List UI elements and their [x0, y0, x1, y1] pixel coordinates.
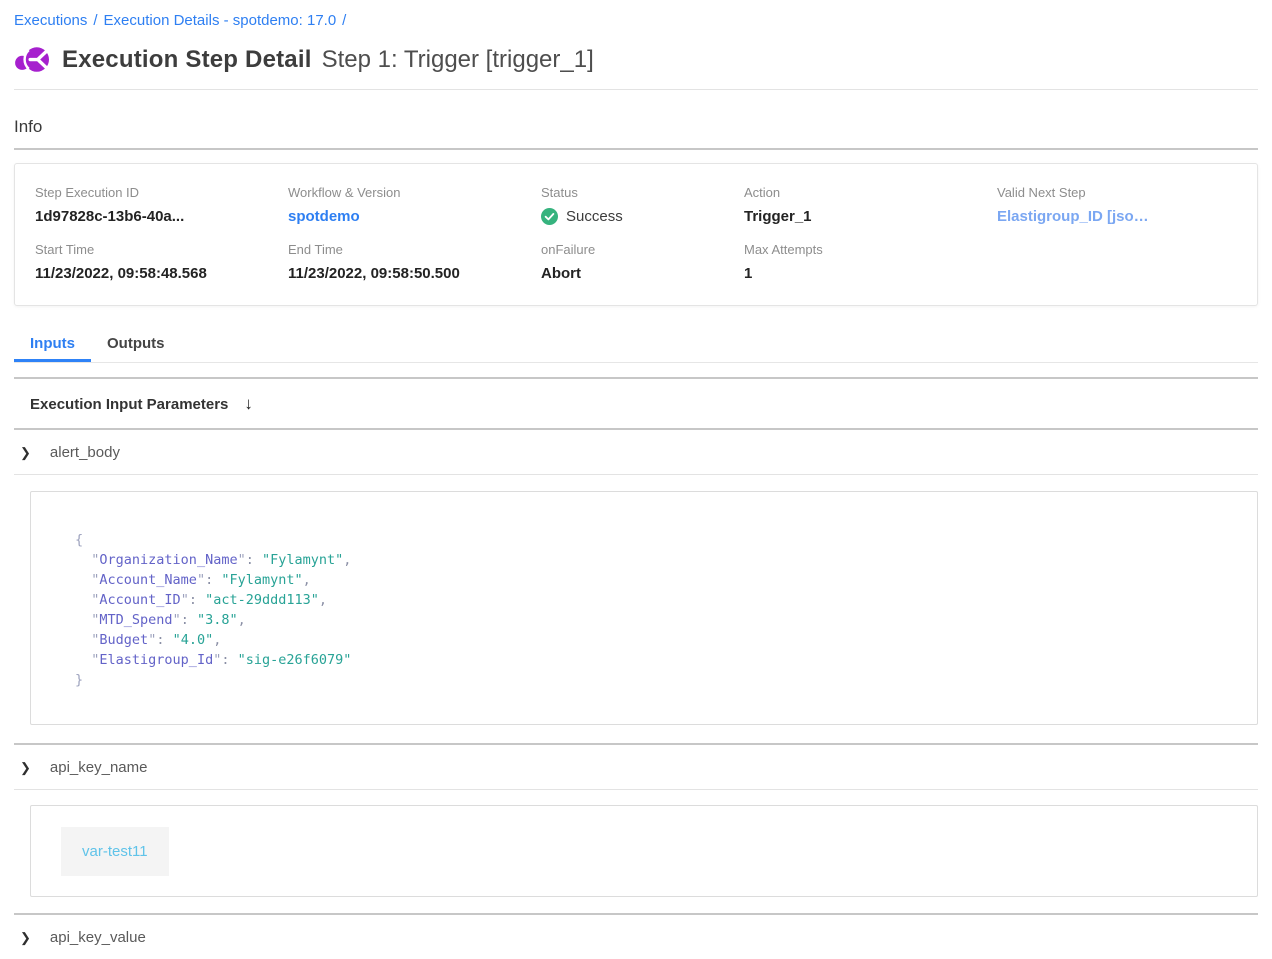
field-value: 1: [744, 265, 997, 282]
accordion-label: api_key_name: [50, 759, 148, 776]
success-check-icon: [541, 208, 558, 225]
field-label: Status: [541, 185, 744, 200]
breadcrumb-link-executions[interactable]: Executions: [14, 12, 87, 29]
tab-bar: Inputs Outputs: [14, 329, 1258, 363]
title-divider: [14, 89, 1258, 90]
field-label: End Time: [288, 242, 541, 257]
chevron-right-icon: ❯: [20, 445, 31, 461]
workflow-link[interactable]: spotdemo: [288, 208, 541, 225]
tab-inputs[interactable]: Inputs: [14, 329, 91, 362]
info-heading-divider: [14, 148, 1258, 150]
alert-body-code-card: { "Organization_Name": "Fylamynt", "Acco…: [30, 491, 1258, 725]
field-start-time: Start Time 11/23/2022, 09:58:48.568: [35, 242, 288, 282]
json-code-block: { "Organization_Name": "Fylamynt", "Acco…: [75, 530, 1237, 690]
valid-next-step-link[interactable]: Elastigroup_ID [jso…: [997, 208, 1237, 225]
row-divider: [14, 474, 1258, 475]
accordion-label: alert_body: [50, 444, 120, 461]
page-subtitle: Step 1: Trigger [trigger_1]: [322, 46, 594, 74]
info-section-heading: Info: [14, 117, 1258, 137]
field-label: Valid Next Step: [997, 185, 1237, 200]
page: Executions / Execution Details - spotdem…: [0, 0, 1272, 959]
field-valid-next-step: Valid Next Step Elastigroup_ID [jso…: [997, 185, 1237, 225]
field-value: Trigger_1: [744, 208, 997, 225]
breadcrumb-separator: /: [93, 12, 97, 29]
info-grid: Step Execution ID 1d97828c-13b6-40a... W…: [35, 185, 1237, 299]
field-step-execution-id: Step Execution ID 1d97828c-13b6-40a...: [35, 185, 288, 225]
api-key-name-card: var-test11: [30, 805, 1258, 897]
field-label: Workflow & Version: [288, 185, 541, 200]
field-action: Action Trigger_1: [744, 185, 997, 225]
status-text: Success: [566, 208, 623, 225]
field-status: Status Success: [541, 185, 744, 225]
accordion-label: api_key_value: [50, 929, 146, 946]
field-label: Start Time: [35, 242, 288, 257]
row-divider: [14, 789, 1258, 790]
field-workflow-version: Workflow & Version spotdemo: [288, 185, 541, 225]
status-badge: Success: [541, 208, 744, 225]
field-label: onFailure: [541, 242, 744, 257]
breadcrumb: Executions / Execution Details - spotdem…: [14, 0, 1258, 29]
chevron-right-icon: ❯: [20, 930, 31, 946]
field-empty: [997, 242, 1237, 282]
accordion-row-api-key-name[interactable]: ❯ api_key_name: [14, 745, 1258, 789]
field-label: Step Execution ID: [35, 185, 288, 200]
breadcrumb-link-execution-details[interactable]: Execution Details - spotdemo: 17.0: [104, 12, 337, 29]
field-max-attempts: Max Attempts 1: [744, 242, 997, 282]
info-card: Step Execution ID 1d97828c-13b6-40a... W…: [14, 163, 1258, 306]
breadcrumb-separator: /: [342, 12, 346, 29]
field-label: Max Attempts: [744, 242, 997, 257]
field-value: 11/23/2022, 09:58:48.568: [35, 265, 288, 282]
params-heading: Execution Input Parameters: [30, 396, 228, 413]
field-value: Abort: [541, 265, 744, 282]
accordion-row-alert-body[interactable]: ❯ alert_body: [14, 430, 1258, 474]
field-value: 1d97828c-13b6-40a...: [35, 208, 288, 225]
tab-outputs[interactable]: Outputs: [91, 329, 181, 362]
field-label: Action: [744, 185, 997, 200]
collapse-all-arrow-down-icon[interactable]: ↓: [244, 394, 253, 414]
api-key-name-value: var-test11: [61, 827, 169, 876]
execution-input-parameters-header: Execution Input Parameters ↓: [30, 379, 1258, 428]
accordion-row-api-key-value[interactable]: ❯ api_key_value: [14, 915, 1258, 959]
fylamynt-logo-icon: [14, 44, 52, 76]
chevron-right-icon: ❯: [20, 760, 31, 776]
page-header: Execution Step Detail Step 1: Trigger [t…: [14, 44, 1258, 76]
page-title: Execution Step Detail: [62, 46, 312, 74]
field-end-time: End Time 11/23/2022, 09:58:50.500: [288, 242, 541, 282]
field-value: 11/23/2022, 09:58:50.500: [288, 265, 541, 282]
field-onfailure: onFailure Abort: [541, 242, 744, 282]
